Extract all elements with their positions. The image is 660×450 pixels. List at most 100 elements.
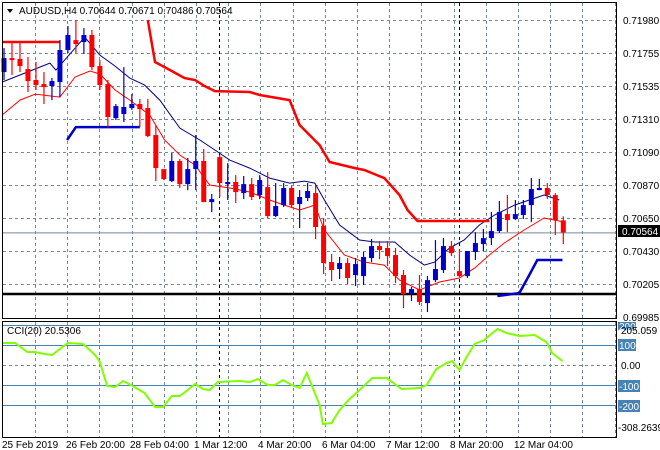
bearish-candle-body	[456, 271, 462, 277]
bearish-candle-body	[41, 84, 47, 88]
bearish-candle-body	[377, 246, 383, 251]
bullish-candle-body	[57, 50, 63, 83]
bullish-candle-body	[432, 269, 438, 281]
bearish-candle-body	[73, 40, 79, 44]
bullish-candle-body	[273, 206, 279, 217]
bearish-candle-body	[544, 188, 550, 196]
trading-chart[interactable]: AUDUSD,H4 0.70644 0.70671 0.70486 0.7056…	[0, 0, 660, 450]
support-step-line	[66, 125, 140, 141]
price-tick-label: 0.70430	[623, 247, 660, 258]
bullish-candle-body	[369, 246, 375, 259]
bullish-candle-body	[464, 251, 470, 277]
bullish-candle-body	[408, 289, 414, 295]
bullish-candle-body	[225, 182, 231, 185]
cci-level-label-minus100: -100	[619, 382, 639, 393]
bullish-candle-body	[353, 264, 359, 275]
cci-marks	[2, 325, 616, 426]
time-tick-label: 26 Feb 20:00	[66, 440, 125, 450]
bullish-candle-body	[512, 214, 518, 220]
bearish-candle-body	[25, 69, 31, 82]
bearish-candle-body	[249, 184, 255, 197]
price-tick-label: 0.71755	[623, 49, 660, 60]
bullish-candle-body	[528, 189, 534, 206]
bullish-candle-body	[488, 231, 494, 239]
bullish-candle-body	[361, 257, 367, 277]
bullish-candle-body	[536, 188, 542, 191]
cci-axis: 200 205.059 100 0.00 -100 -200 -308.2639	[618, 322, 660, 434]
bullish-candle-body	[193, 161, 199, 170]
bearish-candle-body	[416, 289, 422, 302]
time-tick-label: 12 Mar 04:00	[514, 440, 573, 450]
bearish-candle-body	[345, 263, 351, 278]
bearish-candle-body	[385, 248, 391, 257]
bullish-candle-body	[424, 280, 430, 304]
grid	[3, 3, 616, 437]
support-step-line	[497, 258, 563, 298]
price-tick-label: 0.71980	[623, 16, 660, 27]
symbol-ohlc-header: AUDUSD,H4 0.70644 0.70671 0.70486 0.7056…	[19, 6, 233, 17]
bullish-candle-body	[81, 35, 87, 43]
time-tick-label: 25 Feb 2019	[2, 440, 59, 450]
price-tick-label: 0.71310	[623, 115, 660, 126]
bullish-candle-body	[297, 197, 303, 205]
fast-moving-average-line	[1, 36, 560, 266]
price-tick-label: 0.70650	[623, 214, 660, 225]
cci-level-label-0: 0.00	[621, 361, 641, 372]
bearish-candle-body	[504, 214, 510, 221]
bullish-candle-body	[49, 81, 55, 86]
bearish-candle-body	[329, 262, 335, 271]
time-tick-label: 7 Mar 12:00	[386, 440, 440, 450]
bullish-candle-body	[281, 188, 287, 206]
bearish-candle-body	[401, 275, 406, 295]
bullish-candle-body	[209, 199, 215, 203]
bullish-candle-body	[257, 180, 263, 196]
time-tick-label: 8 Mar 20:00	[450, 440, 504, 450]
dropdown-triangle-icon[interactable]	[7, 9, 13, 13]
bearish-candle-body	[33, 80, 39, 86]
bullish-candle-body	[113, 106, 119, 119]
bullish-candle-body	[241, 184, 247, 194]
time-tick-label: 4 Mar 20:00	[258, 440, 312, 450]
bearish-candle-body	[393, 255, 399, 277]
cci-level-label-minus200: -200	[619, 402, 639, 413]
cci-level-label-100: 100	[619, 341, 636, 352]
bearish-candle-body	[153, 135, 159, 169]
price-axis: 0.71980 0.71755 0.71535 0.71310 0.71090 …	[618, 16, 660, 324]
bearish-candle-body	[217, 157, 223, 184]
resistance-step-line	[146, 19, 490, 223]
price-tick-label: 0.71090	[623, 148, 660, 159]
bullish-candle-body	[440, 246, 446, 271]
bearish-candle-body	[137, 104, 143, 110]
bearish-candle-body	[201, 161, 207, 203]
bullish-candle-body	[121, 107, 127, 115]
bearish-candle-body	[17, 59, 23, 67]
bearish-candle-body	[560, 220, 566, 233]
bearish-candle-body	[105, 84, 111, 118]
cci-line	[2, 327, 564, 426]
price-tick-label: 0.71535	[623, 82, 660, 93]
cci-label: CCI(20) 20.5306	[7, 326, 81, 337]
bullish-candle-body	[305, 191, 311, 199]
time-axis: 25 Feb 2019 26 Feb 20:00 28 Feb 04:00 1 …	[2, 440, 573, 450]
bullish-candle-body	[65, 35, 71, 50]
bearish-candle-body	[145, 108, 151, 137]
bearish-candle-body	[265, 187, 271, 217]
cci-max-label: 205.059	[621, 326, 658, 337]
bullish-candle-body	[480, 238, 486, 245]
bearish-candle-body	[177, 161, 183, 185]
bullish-candle-body	[169, 161, 175, 182]
bullish-candle-body	[185, 169, 191, 185]
main-chart-frame[interactable]	[2, 2, 617, 319]
price-tick-label: 0.70205	[623, 280, 660, 291]
bearish-candle-body	[9, 58, 15, 61]
bearish-candle-body	[97, 66, 103, 86]
cci-min-label: -308.2639	[618, 423, 660, 434]
bearish-candle-body	[289, 188, 295, 206]
bullish-candle-body	[129, 104, 135, 109]
time-tick-label: 1 Mar 12:00	[194, 440, 248, 450]
bearish-candle-body	[313, 193, 319, 227]
bullish-candle-body	[520, 205, 526, 215]
price-tick-label: 0.70870	[623, 181, 660, 192]
time-tick-label: 28 Feb 04:00	[130, 440, 189, 450]
time-tick-label: 6 Mar 04:00	[322, 440, 376, 450]
